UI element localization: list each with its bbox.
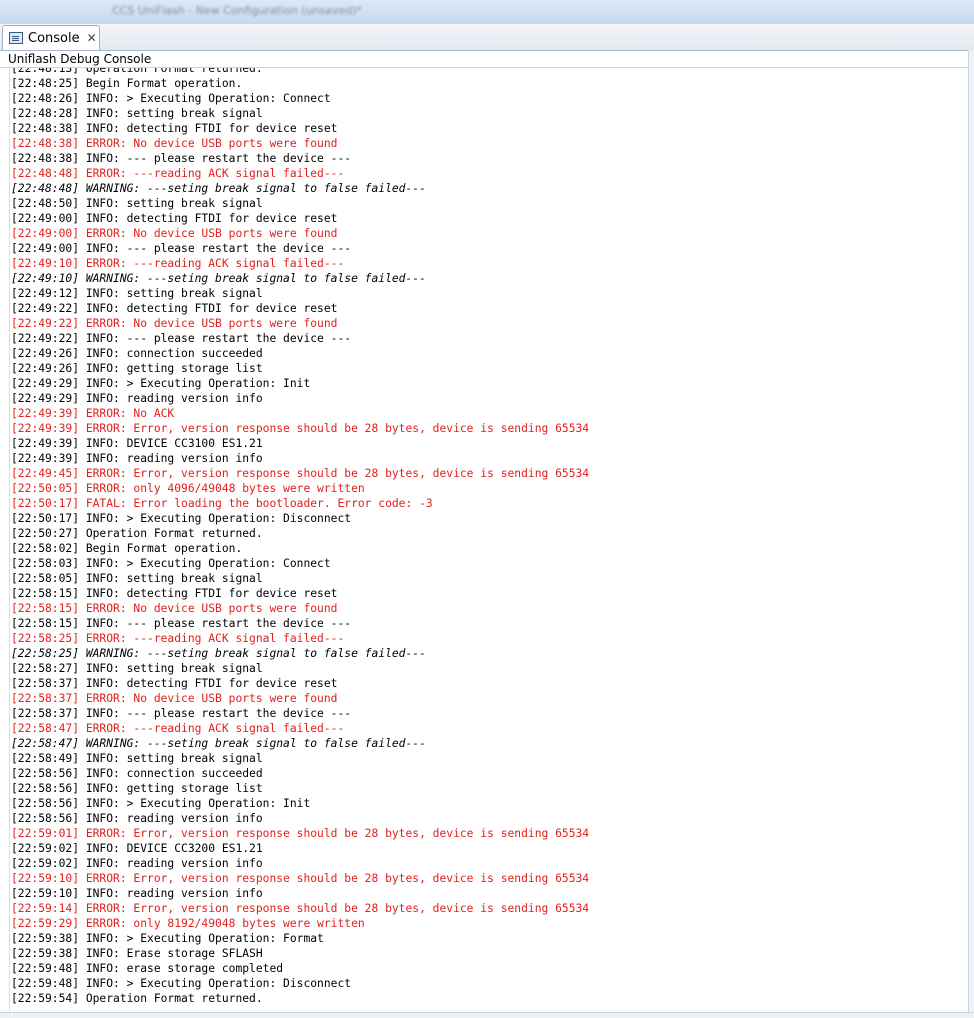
console-line: [22:48:38] INFO: detecting FTDI for devi…: [11, 122, 338, 135]
console-line: [22:58:15] ERROR: No device USB ports we…: [11, 602, 338, 615]
console-line: [22:58:25] ERROR: ---reading ACK signal …: [11, 632, 345, 645]
console-line: [22:48:13] Operation Format returned.: [11, 68, 263, 75]
console-line: [22:49:26] INFO: connection succeeded: [11, 347, 263, 360]
console-line: [22:49:12] INFO: setting break signal: [11, 287, 263, 300]
console-line: [22:58:49] INFO: setting break signal: [11, 752, 263, 765]
console-line: [22:58:37] INFO: detecting FTDI for devi…: [11, 677, 338, 690]
console-line: [22:58:03] INFO: > Executing Operation: …: [11, 557, 331, 570]
tab-console-label: Console: [28, 30, 80, 46]
console-icon: [9, 32, 23, 44]
console-line: [22:59:38] INFO: > Executing Operation: …: [11, 932, 324, 945]
window-titlebar: CCS UniFlash - New Configuration (unsave…: [0, 0, 974, 25]
console-line: [22:49:00] ERROR: No device USB ports we…: [11, 227, 338, 240]
console-line: [22:49:00] INFO: --- please restart the …: [11, 242, 352, 255]
console-line: [22:48:25] Begin Format operation.: [11, 77, 243, 90]
console-line: [22:58:47] WARNING: ---seting break sign…: [11, 737, 426, 750]
console-line: [22:49:39] ERROR: No ACK: [11, 407, 175, 420]
console-line: [22:49:22] INFO: detecting FTDI for devi…: [11, 302, 338, 315]
console-line: [22:59:29] ERROR: only 8192/49048 bytes …: [11, 917, 365, 930]
console-line: [22:49:10] WARNING: ---seting break sign…: [11, 272, 426, 285]
console-line: [22:59:01] ERROR: Error, version respons…: [11, 827, 590, 840]
console-line: [22:59:38] INFO: Erase storage SFLASH: [11, 947, 263, 960]
console-line: [22:58:15] INFO: --- please restart the …: [11, 617, 352, 630]
bottom-frame-edge: [0, 1012, 974, 1018]
console-line: [22:50:17] FATAL: Error loading the boot…: [11, 497, 433, 510]
console-line: [22:59:54] Operation Format returned.: [11, 992, 263, 1005]
console-line: [22:58:37] ERROR: No device USB ports we…: [11, 692, 338, 705]
console-line: [22:48:26] INFO: > Executing Operation: …: [11, 92, 331, 105]
console-line: [22:49:26] INFO: getting storage list: [11, 362, 263, 375]
console-line: [22:59:10] ERROR: Error, version respons…: [11, 872, 590, 885]
console-line: [22:49:45] ERROR: Error, version respons…: [11, 467, 590, 480]
console-output[interactable]: [22:48:13] Operation Format returned. [22…: [9, 68, 966, 1012]
console-line: [22:48:48] WARNING: ---seting break sign…: [11, 182, 426, 195]
window-title: CCS UniFlash - New Configuration (unsave…: [112, 4, 363, 17]
view-tab-strip: Console ✕: [0, 24, 974, 51]
console-line: [22:49:10] ERROR: ---reading ACK signal …: [11, 257, 345, 270]
console-line: [22:50:17] INFO: > Executing Operation: …: [11, 512, 352, 525]
console-line: [22:49:29] INFO: reading version info: [11, 392, 263, 405]
console-line: [22:49:22] ERROR: No device USB ports we…: [11, 317, 338, 330]
console-line: [22:48:48] ERROR: ---reading ACK signal …: [11, 167, 345, 180]
console-line: [22:48:38] INFO: --- please restart the …: [11, 152, 352, 165]
console-line: [22:58:56] INFO: getting storage list: [11, 782, 263, 795]
close-icon[interactable]: ✕: [87, 31, 97, 45]
console-line: [22:58:15] INFO: detecting FTDI for devi…: [11, 587, 338, 600]
console-line: [22:59:10] INFO: reading version info: [11, 887, 263, 900]
console-line: [22:50:05] ERROR: only 4096/49048 bytes …: [11, 482, 365, 495]
console-line: [22:58:56] INFO: connection succeeded: [11, 767, 263, 780]
console-line: [22:49:39] ERROR: Error, version respons…: [11, 422, 590, 435]
console-line: [22:48:38] ERROR: No device USB ports we…: [11, 137, 338, 150]
console-line: [22:58:47] ERROR: ---reading ACK signal …: [11, 722, 345, 735]
console-line: [22:49:39] INFO: DEVICE CC3100 ES1.21: [11, 437, 263, 450]
console-line: [22:58:56] INFO: > Executing Operation: …: [11, 797, 311, 810]
console-line: [22:50:27] Operation Format returned.: [11, 527, 263, 540]
console-line: [22:59:02] INFO: reading version info: [11, 857, 263, 870]
console-line: [22:48:50] INFO: setting break signal: [11, 197, 263, 210]
console-line: [22:58:25] WARNING: ---seting break sign…: [11, 647, 426, 660]
console-line: [22:49:22] INFO: --- please restart the …: [11, 332, 352, 345]
tab-console[interactable]: Console ✕: [2, 25, 100, 50]
console-line: [22:48:28] INFO: setting break signal: [11, 107, 263, 120]
console-line: [22:59:48] INFO: erase storage completed: [11, 962, 284, 975]
console-line: [22:59:48] INFO: > Executing Operation: …: [11, 977, 352, 990]
console-line: [22:49:29] INFO: > Executing Operation: …: [11, 377, 311, 390]
console-line: [22:49:00] INFO: detecting FTDI for devi…: [11, 212, 338, 225]
console-line: [22:58:37] INFO: --- please restart the …: [11, 707, 352, 720]
console-line: [22:49:39] INFO: reading version info: [11, 452, 263, 465]
console-lines: [22:48:13] Operation Format returned. [22…: [11, 68, 589, 1006]
console-line: [22:59:02] INFO: DEVICE CC3200 ES1.21: [11, 842, 263, 855]
console-line: [22:59:14] ERROR: Error, version respons…: [11, 902, 590, 915]
console-line: [22:58:56] INFO: reading version info: [11, 812, 263, 825]
right-frame-edge: [968, 50, 974, 1017]
console-title: Uniflash Debug Console: [0, 51, 974, 68]
console-line: [22:58:02] Begin Format operation.: [11, 542, 243, 555]
console-line: [22:58:05] INFO: setting break signal: [11, 572, 263, 585]
console-line: [22:58:27] INFO: setting break signal: [11, 662, 263, 675]
